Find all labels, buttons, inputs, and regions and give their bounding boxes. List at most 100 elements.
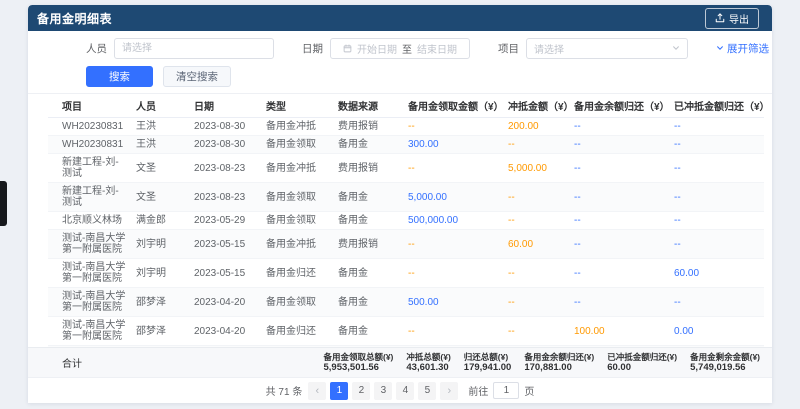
table-cell: 北京顺义林场 (48, 212, 132, 230)
date-end-placeholder: 结束日期 (417, 41, 457, 56)
page-jump-suffix: 页 (524, 383, 534, 398)
date-range-picker[interactable]: 开始日期 至 结束日期 (330, 38, 470, 59)
summary-total-label: 合计 (62, 355, 82, 370)
table-cell: -- (404, 317, 504, 346)
table-cell: 邵梦泽 (132, 317, 190, 346)
table-cell: -- (504, 259, 570, 288)
table-cell: 2023-05-15 (190, 259, 262, 288)
summary-stats: 备用金领取总额(¥)5,953,501.56冲抵总额(¥)43,601.30归还… (324, 352, 761, 373)
project-select-placeholder: 请选择 (534, 41, 564, 56)
table-cell: -- (504, 183, 570, 212)
petty-cash-report-card: 备用金明细表 导出 人员 日期 开始日期 至 (28, 5, 772, 403)
table-cell: 200.00 (504, 118, 570, 136)
table-row[interactable]: 测试-南昌大学第一附属医院刘宇明2023-05-15备用金归还备用金------… (48, 259, 764, 288)
table-cell: 刘宇明 (132, 259, 190, 288)
table-cell: 备用金 (334, 317, 404, 346)
table-cell: 邵梦泽 (132, 288, 190, 317)
table-cell: 测试-南昌大学第一附属医院 (48, 259, 132, 288)
table-cell: -- (404, 118, 504, 136)
summary-stat: 备用金余额归还(¥)170,881.00 (524, 352, 594, 373)
table-cell: 2023-08-23 (190, 183, 262, 212)
table-cell: 备用金 (334, 212, 404, 230)
table-cell: 2023-08-30 (190, 118, 262, 136)
table-row[interactable]: WH20230831王洪2023-08-30备用金领取备用金300.00----… (48, 136, 764, 154)
table-row[interactable]: 测试-南昌大学第一附属医院刘宇明2023-05-15备用金冲抵费用报销--60.… (48, 230, 764, 259)
summary-stat-value: 170,881.00 (524, 362, 594, 373)
page-button[interactable]: 2 (352, 382, 370, 400)
summary-stat-label: 备用金领取总额(¥) (324, 352, 394, 362)
table-cell: -- (670, 288, 764, 317)
search-button[interactable]: 搜索 (86, 66, 153, 87)
table-cell: 500,000.00 (404, 212, 504, 230)
table-cell: 2023-05-15 (190, 230, 262, 259)
table-cell: 测试-南昌大学第一附属医院 (48, 317, 132, 346)
table-cell: -- (404, 230, 504, 259)
page-button[interactable]: 5 (418, 382, 436, 400)
table-cell: -- (570, 154, 670, 183)
table-cell: 备用金 (334, 183, 404, 212)
table-cell: 60.00 (670, 259, 764, 288)
summary-stat-value: 5,953,501.56 (324, 362, 394, 373)
page-jump-input[interactable] (493, 382, 519, 399)
table-row[interactable]: 测试-南昌大学第一附属医院邵梦泽2023-04-20备用金领取备用金500.00… (48, 288, 764, 317)
project-filter-label: 项目 (498, 41, 519, 56)
table-cell: 新建工程-刘-测试 (48, 154, 132, 183)
export-button[interactable]: 导出 (705, 8, 759, 29)
prev-page-button[interactable]: ‹ (308, 382, 326, 400)
page-jump-label: 前往 (468, 383, 488, 398)
table-row[interactable]: 新建工程-刘-测试文圣2023-08-23备用金冲抵费用报销--5,000.00… (48, 154, 764, 183)
page-buttons: 12345 (330, 382, 436, 400)
table-cell: 文圣 (132, 154, 190, 183)
summary-stat-label: 备用金剩余金额(¥) (690, 352, 760, 362)
table-cell: 王洪 (132, 118, 190, 136)
person-filter: 人员 (86, 38, 274, 59)
topbar: 备用金明细表 导出 (28, 5, 772, 31)
table-cell: -- (570, 118, 670, 136)
table-cell: 2023-04-20 (190, 317, 262, 346)
summary-stat: 归还总额(¥)179,941.00 (464, 352, 512, 373)
page-button[interactable]: 1 (330, 382, 348, 400)
table-row[interactable]: 新建工程-刘-测试文圣2023-08-23备用金领取备用金5,000.00---… (48, 183, 764, 212)
person-filter-label: 人员 (86, 41, 107, 56)
page-button[interactable]: 3 (374, 382, 392, 400)
table-cell: 新建工程-刘-测试 (48, 183, 132, 212)
column-header: 日期 (190, 94, 262, 118)
table-cell: 费用报销 (334, 230, 404, 259)
table-cell: -- (670, 230, 764, 259)
person-select[interactable] (114, 38, 274, 59)
table-row[interactable]: WH20230831王洪2023-08-30备用金冲抵费用报销--200.00-… (48, 118, 764, 136)
table-cell: 测试-南昌大学第一附属医院 (48, 230, 132, 259)
table-cell: 500.00 (404, 288, 504, 317)
page-button[interactable]: 4 (396, 382, 414, 400)
column-header: 人员 (132, 94, 190, 118)
project-select[interactable]: 请选择 (526, 38, 688, 59)
table-cell: 费用报销 (334, 154, 404, 183)
table-row[interactable]: 北京顺义林场满金郎2023-05-29备用金领取备用金500,000.00---… (48, 212, 764, 230)
table-cell: 5,000.00 (504, 154, 570, 183)
sidebar-collapse-handle[interactable] (0, 181, 7, 226)
table-cell: 备用金领取 (262, 136, 334, 154)
summary-stat: 已冲抵金额归还(¥)60.00 (607, 352, 677, 373)
table-cell: -- (570, 288, 670, 317)
next-page-button[interactable]: › (440, 382, 458, 400)
clear-search-button[interactable]: 清空搜索 (163, 66, 231, 87)
table-cell: 2023-08-23 (190, 154, 262, 183)
table-row[interactable]: 测试-南昌大学第一附属医院邵梦泽2023-04-20备用金归还备用金----10… (48, 317, 764, 346)
column-header: 项目 (48, 94, 132, 118)
table-cell: -- (404, 259, 504, 288)
export-button-label: 导出 (729, 11, 749, 26)
table-cell: 2023-08-30 (190, 136, 262, 154)
table-cell: -- (504, 136, 570, 154)
summary-stat: 备用金领取总额(¥)5,953,501.56 (324, 352, 394, 373)
table-cell: 100.00 (570, 317, 670, 346)
table-cell: 备用金领取 (262, 212, 334, 230)
summary-stat-label: 已冲抵金额归还(¥) (607, 352, 677, 362)
table-cell: 满金郎 (132, 212, 190, 230)
column-header: 类型 (262, 94, 334, 118)
table-cell: 300.00 (404, 136, 504, 154)
expand-filter-link[interactable]: 展开筛选 (716, 41, 769, 56)
column-header: 冲抵金额（¥） (504, 94, 570, 118)
summary-stat-value: 60.00 (607, 362, 677, 373)
action-row: 搜索 清空搜索 (28, 66, 772, 87)
calendar-icon (343, 44, 352, 53)
